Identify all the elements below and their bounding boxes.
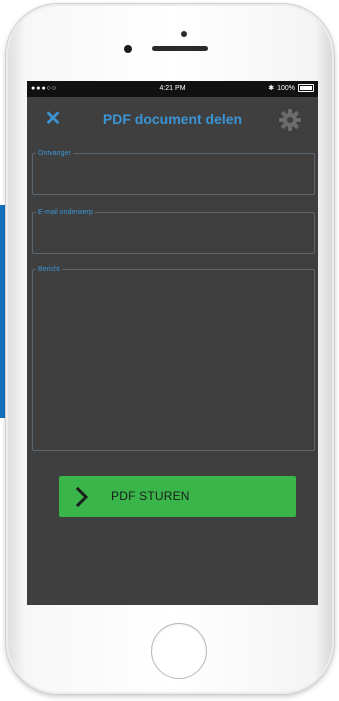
message-input[interactable]: [37, 278, 310, 446]
gear-icon[interactable]: [278, 108, 302, 132]
subject-label: E-mail onderwerp: [36, 207, 95, 218]
subject-input[interactable]: [37, 221, 310, 249]
front-camera: [124, 45, 132, 53]
message-label: Bericht: [36, 264, 62, 275]
subject-field[interactable]: E-mail onderwerp: [32, 207, 315, 254]
app-screen: ●●●○○ 4:21 PM ✱ 100% ✕ PDF document dele…: [27, 81, 318, 605]
battery-icon: [298, 84, 314, 92]
page-title: PDF document delen: [102, 111, 243, 127]
bluetooth-icon: ✱: [268, 85, 275, 92]
status-bar: ●●●○○ 4:21 PM ✱ 100%: [27, 81, 318, 97]
recipient-label: Ontvanger: [36, 148, 73, 159]
recipient-field[interactable]: Ontvanger: [32, 148, 315, 195]
send-pdf-button[interactable]: PDF STUREN: [59, 476, 296, 517]
recipient-input[interactable]: [37, 162, 310, 190]
earpiece-speaker: [152, 46, 208, 51]
status-right: ✱ 100%: [268, 84, 314, 92]
sensor-dot: [181, 31, 187, 37]
chevron-right-icon: [75, 486, 89, 508]
message-field[interactable]: Bericht: [32, 264, 315, 451]
nav-bar: ✕ PDF document delen: [27, 97, 318, 143]
home-button[interactable]: [151, 623, 207, 679]
battery-percent: 100%: [277, 84, 295, 92]
send-pdf-label: PDF STUREN: [111, 489, 190, 503]
